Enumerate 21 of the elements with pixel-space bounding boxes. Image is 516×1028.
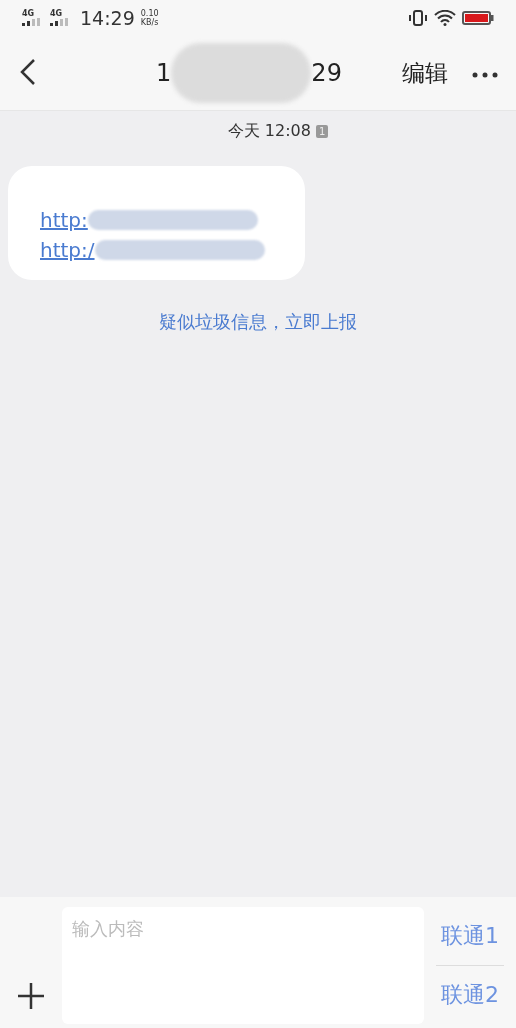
- network-label: 4G: [50, 10, 63, 18]
- contact-number: 1: [156, 59, 172, 87]
- edit-button[interactable]: 编辑: [402, 57, 448, 89]
- speed-unit: KB/s: [140, 18, 159, 27]
- send-button[interactable]: 联通1: [432, 907, 508, 965]
- timestamp: 今天 12:08: [227, 121, 311, 142]
- clock: 14:29: [80, 7, 135, 29]
- send-button[interactable]: 联通2: [432, 966, 508, 1024]
- vibrate-icon: [408, 10, 428, 26]
- spam-report-link[interactable]: 疑似垃圾信息，立即上报: [159, 310, 357, 334]
- speed-value: 0.10: [140, 9, 159, 18]
- signal-icon: [50, 18, 70, 26]
- message-link[interactable]: http:/: [40, 238, 95, 262]
- message-link[interactable]: http:: [40, 208, 88, 232]
- sim-badge: 1: [315, 125, 329, 138]
- battery-icon: [462, 10, 494, 26]
- contact-number: 29: [311, 59, 342, 87]
- network-label: 4G: [22, 10, 35, 18]
- signal-icon: [22, 18, 42, 26]
- message-input[interactable]: 输入内容: [62, 907, 424, 1024]
- wifi-icon: [434, 10, 456, 26]
